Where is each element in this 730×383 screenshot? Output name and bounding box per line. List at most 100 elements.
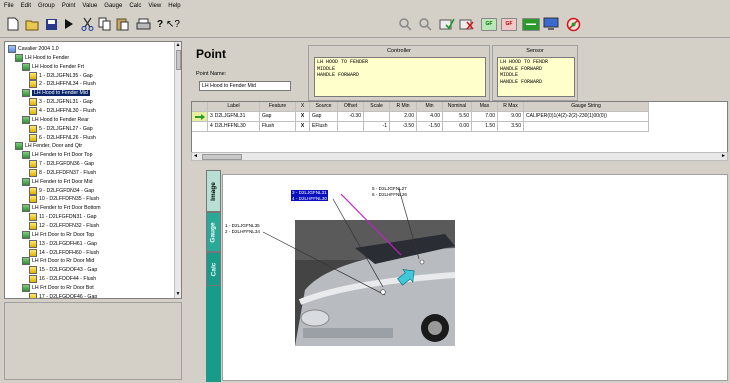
grid-col-offset[interactable]: Offset <box>338 102 364 112</box>
controller-text[interactable]: LH HOOD TO FENDER MIDDLE HANDLE FORWARD <box>314 57 486 97</box>
menu-view[interactable]: View <box>148 3 161 9</box>
menu-file[interactable]: File <box>4 3 14 9</box>
measure-point-marker[interactable] <box>419 259 425 265</box>
print-icon[interactable] <box>134 15 152 33</box>
menu-point[interactable]: Point <box>62 3 76 9</box>
tree-item-label: LH Fender, Door and Qtr <box>25 143 83 150</box>
grid-cell-x-checkbox[interactable]: X <box>296 112 310 122</box>
grid-cell-rmax[interactable]: 9.00 <box>498 112 524 122</box>
play-icon[interactable] <box>60 15 78 33</box>
grid-col-feature[interactable]: Feature <box>260 102 296 112</box>
gauge-search-icon[interactable] <box>396 15 414 33</box>
tree-scroll-thumb[interactable] <box>176 50 181 70</box>
point-name-field[interactable]: LH Hood to Fender Mid <box>199 81 291 91</box>
tree-item-label: LH Hood to Fender <box>25 54 70 61</box>
measure-point-marker[interactable] <box>380 289 386 295</box>
grid-cell-nominal[interactable]: 0.00 <box>443 122 472 132</box>
grid-cell-gauge-string[interactable] <box>524 122 649 132</box>
delete-check-icon[interactable] <box>458 15 476 33</box>
open-icon[interactable] <box>23 15 41 33</box>
scroll-left-icon[interactable]: ◄ <box>193 153 198 159</box>
point-callout-selected[interactable]: 3 - D2LJGFNL31 4 - D2LHFFNL30 <box>291 190 328 201</box>
grid-col-label[interactable]: Label <box>208 102 260 112</box>
copy-icon[interactable] <box>96 15 114 33</box>
grid-col-max[interactable]: Max <box>472 102 498 112</box>
grid-col-scale[interactable]: Scale <box>364 102 390 112</box>
scroll-up-icon[interactable]: ▲ <box>175 42 181 49</box>
grid-cell-scale[interactable]: -1 <box>364 122 390 132</box>
gap-flush-alt-icon[interactable]: GF <box>500 15 518 33</box>
sensor-text[interactable]: LH HOOD TO FENDR HANDLE FORWARD MIDDLE H… <box>497 57 575 97</box>
grid-col-x[interactable]: X <box>296 102 310 112</box>
grid-cell-x-checkbox[interactable]: X <box>296 122 310 132</box>
grid-cell-min[interactable]: -1.50 <box>417 122 443 132</box>
edit-check-icon[interactable] <box>438 15 456 33</box>
grid-cell-rmax[interactable]: 3.50 <box>498 122 524 132</box>
grid-cell-label[interactable]: 3 D2LJGFNL31 <box>208 112 260 122</box>
grid-cell-scale[interactable] <box>364 112 390 122</box>
grid-cell-label[interactable]: 4 D2LHFFNL30 <box>208 122 260 132</box>
point-callout[interactable]: 1 - D2LJGFNL35 2 - D2LHFFNL34 <box>225 223 260 234</box>
tree-scrollbar[interactable]: ▲ ▼ <box>174 42 181 298</box>
grid-col-rmin[interactable]: R Min <box>390 102 417 112</box>
tab-calc[interactable]: Calc <box>206 252 221 286</box>
menu-help[interactable]: Help <box>168 3 180 9</box>
menu-group[interactable]: Group <box>38 3 55 9</box>
menu-edit[interactable]: Edit <box>21 3 31 9</box>
tree-item-label: 11 - D2LFGFDN31 - Gap <box>39 214 97 221</box>
grid-col-gauge-string[interactable]: Gauge String <box>524 102 649 112</box>
whats-this-icon[interactable]: ↖? <box>164 15 182 33</box>
direction-arrow-icon <box>397 269 415 286</box>
paste-icon[interactable] <box>114 15 132 33</box>
menu-value[interactable]: Value <box>82 3 97 9</box>
grid-col-nominal[interactable]: Nominal <box>443 102 472 112</box>
monitor-icon[interactable] <box>542 15 560 33</box>
grid-header: Label Feature X Source Offset Scale R Mi… <box>192 102 649 112</box>
grid-col-rmax[interactable]: R Max <box>498 102 524 112</box>
tab-gauge[interactable]: Gauge <box>206 212 221 252</box>
grid-cell-nominal[interactable]: 5.50 <box>443 112 472 122</box>
grid-cell-max[interactable]: 1.50 <box>472 122 498 132</box>
tree-item-label: 13 - D2LFGDFH61 - Gap <box>39 240 97 247</box>
grid-cell-gauge-string[interactable]: CALIPER(0)1(4(2)-2(2)-230(1)00(0)) <box>524 112 649 122</box>
point-tree[interactable]: Cavalier 2004 1.0 LH Hood to Fender LH Hoo… <box>4 41 182 299</box>
grid-cell-feature[interactable]: Flush <box>260 122 296 132</box>
grid-col-min[interactable]: Min <box>417 102 443 112</box>
grid-col-source[interactable]: Source <box>310 102 338 112</box>
grid-cell-offset[interactable] <box>338 122 364 132</box>
group-node-icon <box>22 283 30 292</box>
tab-image[interactable]: Image <box>206 170 221 212</box>
grid-cell-source[interactable]: Gap <box>310 112 338 122</box>
menu-calc[interactable]: Calc <box>129 3 141 9</box>
scroll-right-icon[interactable]: ► <box>721 153 726 159</box>
tree-item-label: 7 - D2LFGFDN36 - Gap <box>39 161 95 168</box>
tree-item-label: LH Frt Door to Rr Door Top <box>32 231 95 238</box>
table-row[interactable]: 4 D2LHFFNL30 Flush X EFlush -1 -3.50 -1.… <box>192 122 649 132</box>
cut-icon[interactable] <box>78 15 96 33</box>
grid-horizontal-scrollbar[interactable]: ◄ ► <box>191 152 728 161</box>
grid-cell-max[interactable]: 7.00 <box>472 112 498 122</box>
point-image-view[interactable]: 3 - D2LJGFNL31 4 - D2LHFFNL30 5 - D2LJGF… <box>222 174 728 381</box>
row-label: D2LHFFNL30 <box>214 123 246 129</box>
meter-icon[interactable]: ▬▬ <box>522 15 540 33</box>
point-node-icon <box>29 106 37 115</box>
group-node-icon <box>22 257 30 266</box>
table-row[interactable]: 3 D2LJGFNL31 Gap X Gap -0.30 2.00 4.00 5… <box>192 112 649 122</box>
grid-cell-rmin[interactable]: -3.50 <box>390 122 417 132</box>
menu-gauge[interactable]: Gauge <box>104 3 122 9</box>
tree-item-point[interactable]: 17 - D2LFGDOF46 - Gap <box>29 292 97 298</box>
no-sensor-icon[interactable] <box>564 15 582 33</box>
grid-cell-offset[interactable]: -0.30 <box>338 112 364 122</box>
scroll-down-icon[interactable]: ▼ <box>175 291 181 298</box>
save-icon[interactable] <box>42 15 60 33</box>
gap-flush-icon[interactable]: GF <box>480 15 498 33</box>
grid-cell-rmin[interactable]: 2.00 <box>390 112 417 122</box>
grid-cell-source[interactable]: EFlush <box>310 122 338 132</box>
grid-scroll-thumb[interactable] <box>202 154 242 160</box>
new-icon[interactable] <box>4 15 22 33</box>
point-callout[interactable]: 5 - D2LJGFNL27 6 - D2LHFFNL26 <box>372 186 407 197</box>
grid-cell-feature[interactable]: Gap <box>260 112 296 122</box>
gauge-search-alt-icon[interactable] <box>416 15 434 33</box>
grid-cell-min[interactable]: 4.00 <box>417 112 443 122</box>
point-value-grid[interactable]: Label Feature X Source Offset Scale R Mi… <box>191 101 728 153</box>
